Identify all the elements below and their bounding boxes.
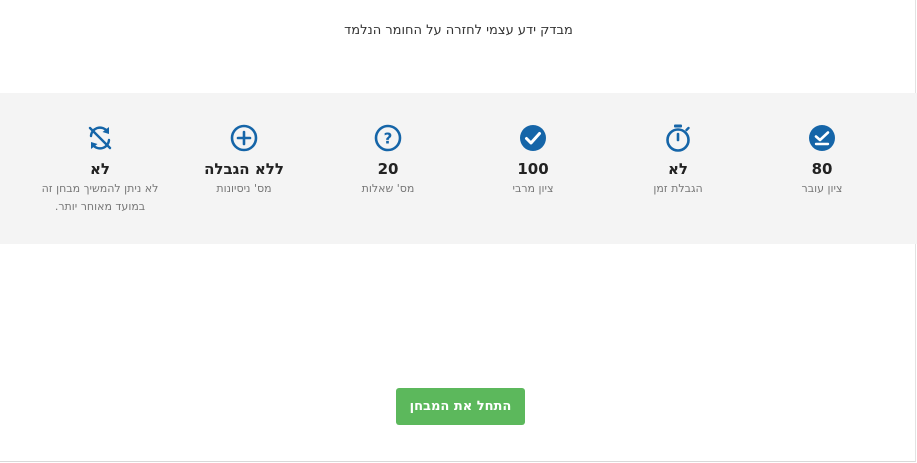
- stat-resume: לא לא ניתן להמשיך מבחן זה במועד מאוחר יו…: [30, 123, 170, 216]
- no-resume-icon: [88, 126, 112, 150]
- stat-time-limit: לא הגבלת זמן: [608, 123, 748, 198]
- stat-value: לא: [90, 160, 110, 178]
- stat-value: 20: [377, 160, 399, 178]
- stat-passing-grade: 80 ציון עובר: [752, 123, 892, 198]
- stat-label: מס' שאלות: [361, 182, 415, 195]
- stat-value: 100: [517, 160, 549, 178]
- stat-attempts: ללא הגבלה מס' ניסיונות: [174, 123, 314, 198]
- stat-value: לא: [668, 160, 688, 178]
- stat-value: ללא הגבלה: [204, 160, 284, 178]
- check-circle-icon: [520, 125, 546, 151]
- stat-label: מס' ניסיונות: [216, 182, 272, 195]
- stat-question-count: ? 20 מס' שאלות: [318, 123, 458, 198]
- start-exam-button[interactable]: התחל את המבחן: [396, 388, 525, 425]
- stat-max-grade: 100 ציון מרבי: [463, 123, 603, 198]
- exam-stats-band: 80 ציון עובר לא הגבלת זמן 100 ציון מרבי …: [0, 93, 917, 244]
- stopwatch-icon: [666, 124, 690, 152]
- plus-circle-icon: [230, 124, 258, 152]
- exam-subtitle: מבדק ידע עצמי לחזרה על החומר הנלמד: [344, 23, 573, 38]
- question-circle-icon: ?: [374, 124, 402, 152]
- stat-label: ציון עובר: [801, 182, 843, 195]
- check-underline-icon: [809, 125, 835, 151]
- stat-value: 80: [811, 160, 833, 178]
- stat-label: לא ניתן להמשיך מבחן זה במועד מאוחר יותר.: [41, 182, 159, 213]
- svg-text:?: ?: [384, 130, 393, 148]
- stat-label: הגבלת זמן: [653, 182, 703, 195]
- stat-label: ציון מרבי: [512, 182, 554, 195]
